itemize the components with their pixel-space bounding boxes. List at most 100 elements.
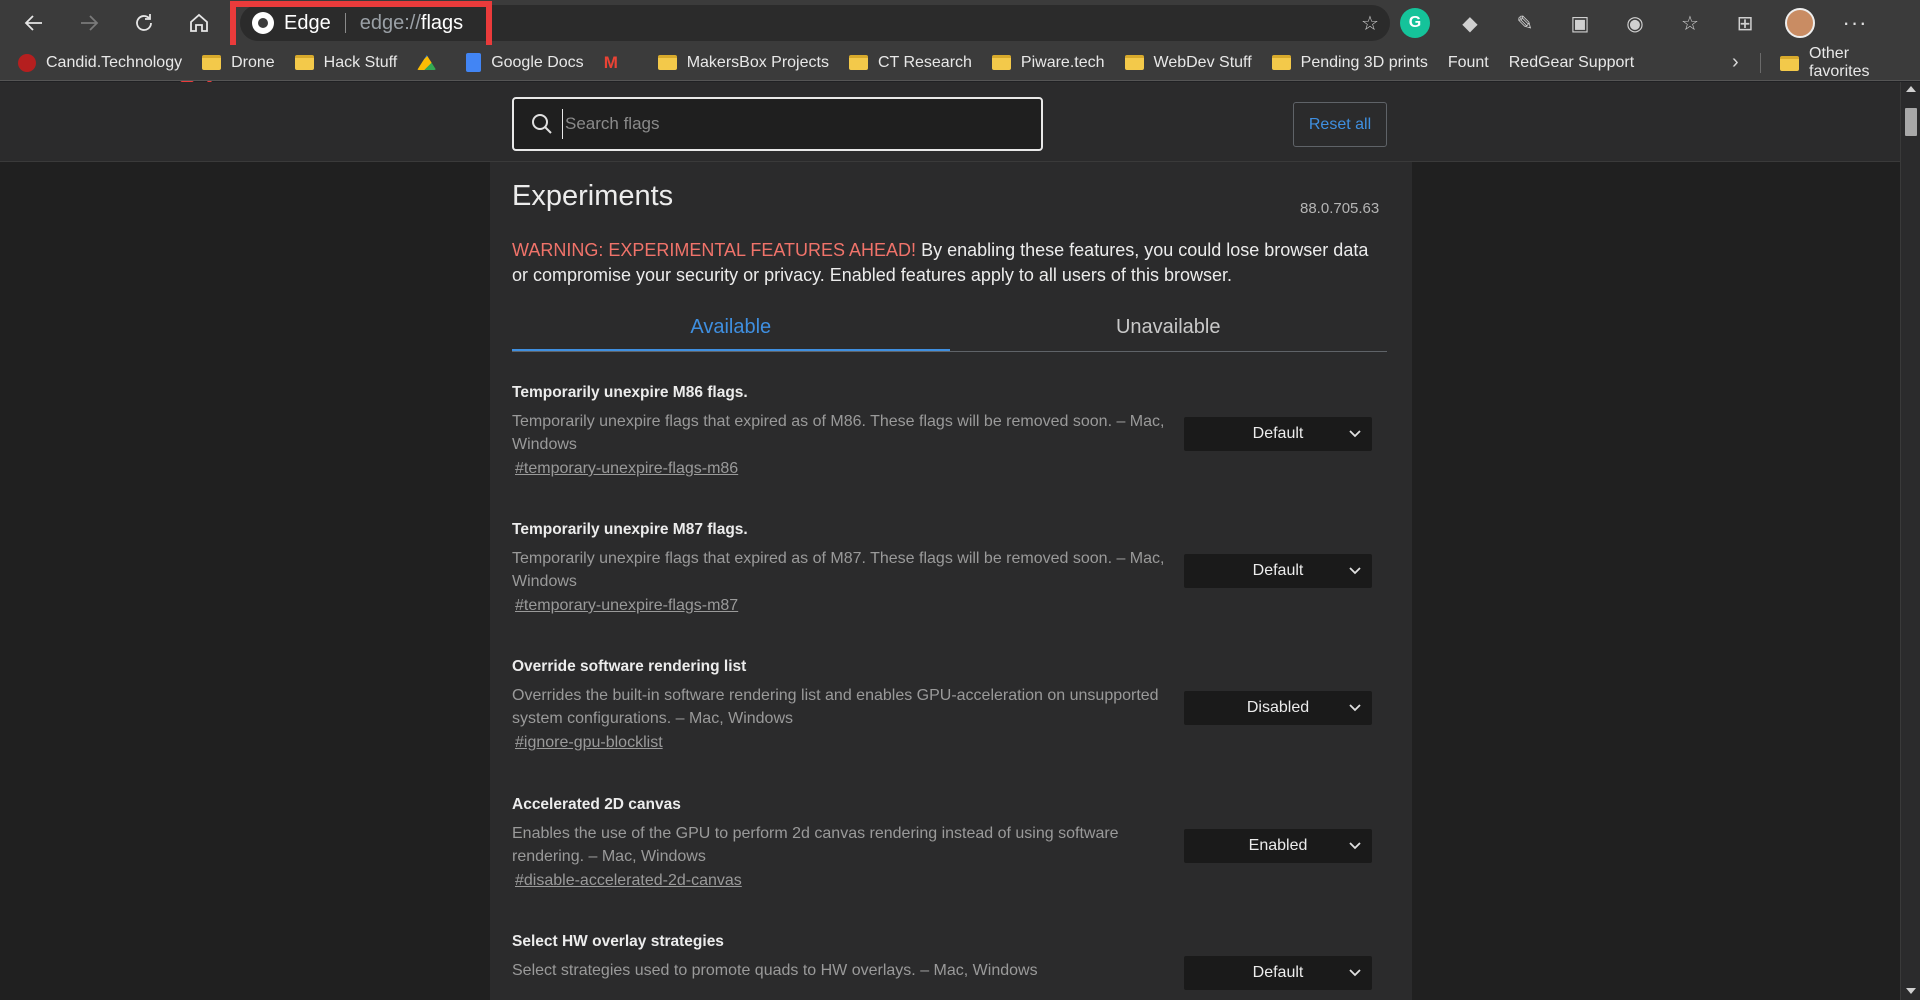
search-header: Reset all (0, 82, 1900, 162)
chevron-down-icon (1349, 430, 1361, 438)
forward-button[interactable] (68, 5, 110, 41)
scroll-thumb[interactable] (1905, 108, 1917, 136)
flag-item: Temporarily unexpire M86 flags. Temporari… (512, 384, 1387, 478)
flag-description: Select strategies used to promote quads … (512, 962, 1038, 979)
flag-select[interactable]: Default (1184, 956, 1372, 990)
bookmark-item[interactable]: MakersBox Projects (648, 48, 839, 78)
chevron-down-icon (1349, 969, 1361, 977)
flags-page: Reset all Experiments 88.0.705.63 WARNIN… (0, 82, 1900, 1000)
flag-name: Select HW overlay strategies (512, 933, 724, 950)
folder-icon (657, 55, 677, 70)
flag-link[interactable]: #temporary-unexpire-flags-m87 (515, 597, 738, 615)
more-options-icon[interactable]: ··· (1840, 8, 1870, 38)
bookmark-item[interactable]: WebDev Stuff (1115, 48, 1262, 78)
bookmark-label: Pending 3D prints (1300, 53, 1428, 71)
search-box[interactable] (512, 97, 1043, 151)
chevron-down-icon (1349, 567, 1361, 575)
site-icon (18, 53, 36, 72)
flag-select-value: Default (1252, 562, 1304, 579)
annotation-highlight-box (230, 1, 492, 51)
search-icon (532, 114, 552, 134)
bookmark-item[interactable]: RedGear Support (0, 48, 1644, 145)
flag-description: Enables the use of the GPU to perform 2d… (512, 825, 1119, 865)
folder-icon (1271, 55, 1291, 70)
flag-select-value: Default (1252, 964, 1304, 981)
flag-link[interactable]: #ignore-gpu-blocklist (515, 734, 663, 752)
folder-icon (1124, 55, 1144, 70)
favorites-icon[interactable]: ☆ (1675, 8, 1705, 38)
bookmark-item[interactable]: Pending 3D prints (1262, 48, 1438, 78)
experiments-panel: Experiments 88.0.705.63 WARNING: EXPERIM… (490, 162, 1412, 1000)
gmail-icon: M (603, 52, 618, 72)
flag-description: Overrides the built-in software renderin… (512, 687, 1159, 727)
docs-icon (466, 53, 482, 72)
flag-description: Temporarily unexpire flags that expired … (512, 550, 1165, 590)
refresh-icon (136, 13, 152, 31)
page-margin-right (1412, 162, 1900, 1000)
flag-name: Accelerated 2D canvas (512, 796, 681, 813)
home-icon (190, 13, 208, 32)
extension-icon[interactable]: ✎ (1510, 8, 1540, 38)
extension-icon[interactable]: ◆ (1455, 8, 1485, 38)
flag-item: Accelerated 2D canvas Enables the use of … (512, 796, 1387, 890)
back-button[interactable] (13, 5, 55, 41)
add-favorite-icon[interactable]: ☆ (1358, 12, 1382, 36)
flag-name: Temporarily unexpire M87 flags. (512, 521, 748, 538)
flag-item: Override software rendering list Override… (512, 658, 1387, 752)
bookmark-label: Fount (1447, 53, 1489, 71)
flag-link[interactable]: #temporary-unexpire-flags-m86 (515, 460, 738, 478)
scrollbar[interactable] (1900, 82, 1920, 1000)
flag-description: Temporarily unexpire flags that expired … (512, 413, 1165, 453)
extensions-area: G ◆ ✎ ▣ ◉ ☆ ⊞ ··· (1400, 6, 1895, 40)
grammarly-extension-icon[interactable]: G (1400, 8, 1430, 38)
folder-icon (294, 55, 314, 70)
tab-unavailable[interactable]: Unavailable (950, 304, 1388, 351)
bookmark-label: Google Docs (491, 53, 584, 71)
chevron-down-icon (1349, 704, 1361, 712)
chevron-down-icon (1349, 842, 1361, 850)
warning-prefix: WARNING: EXPERIMENTAL FEATURES AHEAD! (512, 240, 917, 260)
flag-select[interactable]: Default (1184, 417, 1372, 451)
tab-available[interactable]: Available (512, 304, 950, 351)
version-label: 88.0.705.63 (1300, 200, 1380, 217)
bookmark-label: WebDev Stuff (1153, 53, 1252, 71)
bookmark-item[interactable]: Fount (0, 48, 1499, 145)
collections-icon[interactable]: ⊞ (1730, 8, 1760, 38)
bookmark-item[interactable] (407, 48, 456, 78)
bookmark-label: RedGear Support (1508, 53, 1635, 71)
bookmark-item[interactable]: Google Docs (456, 48, 594, 78)
extension-icon[interactable]: ▣ (1565, 8, 1595, 38)
back-arrow-icon (24, 14, 42, 31)
bookmark-label: Drone (231, 53, 275, 71)
flag-item: Select HW overlay strategies Select strat… (512, 933, 1387, 990)
flag-select-value: Default (1252, 425, 1304, 442)
bookmark-item[interactable]: Piware.tech (982, 48, 1115, 78)
flag-item: Temporarily unexpire M87 flags. Temporari… (512, 521, 1387, 615)
folder-icon (991, 55, 1011, 70)
flag-name: Temporarily unexpire M86 flags. (512, 384, 748, 401)
bookmark-item[interactable]: M (594, 48, 648, 78)
tab-bar: Available Unavailable (512, 304, 1387, 352)
refresh-button[interactable] (123, 5, 165, 41)
bookmark-item[interactable]: Hack Stuff (285, 48, 408, 78)
flag-select[interactable]: Enabled (1184, 829, 1372, 863)
forward-arrow-icon (81, 14, 99, 31)
page-title: Experiments (512, 180, 674, 212)
bookmark-item[interactable]: Candid.Technology (8, 48, 192, 78)
scroll-down-icon[interactable] (1906, 988, 1916, 994)
page-margin-left (0, 162, 490, 1000)
reset-all-button[interactable]: Reset all (1293, 102, 1387, 147)
home-button[interactable] (178, 5, 220, 41)
folder-icon (848, 55, 868, 70)
bookmark-item[interactable]: CT Research (839, 48, 982, 78)
profile-avatar[interactable] (1785, 8, 1815, 38)
bookmark-item[interactable]: Drone (192, 48, 285, 78)
flag-select[interactable]: Default (1184, 554, 1372, 588)
flag-select-value: Disabled (1246, 699, 1310, 716)
search-input[interactable] (562, 109, 1022, 139)
bookmark-label: Hack Stuff (323, 53, 398, 71)
flag-select[interactable]: Disabled (1184, 691, 1372, 725)
scroll-up-icon[interactable] (1906, 86, 1916, 92)
flag-link[interactable]: #disable-accelerated-2d-canvas (515, 872, 742, 890)
extension-icon[interactable]: ◉ (1620, 8, 1650, 38)
